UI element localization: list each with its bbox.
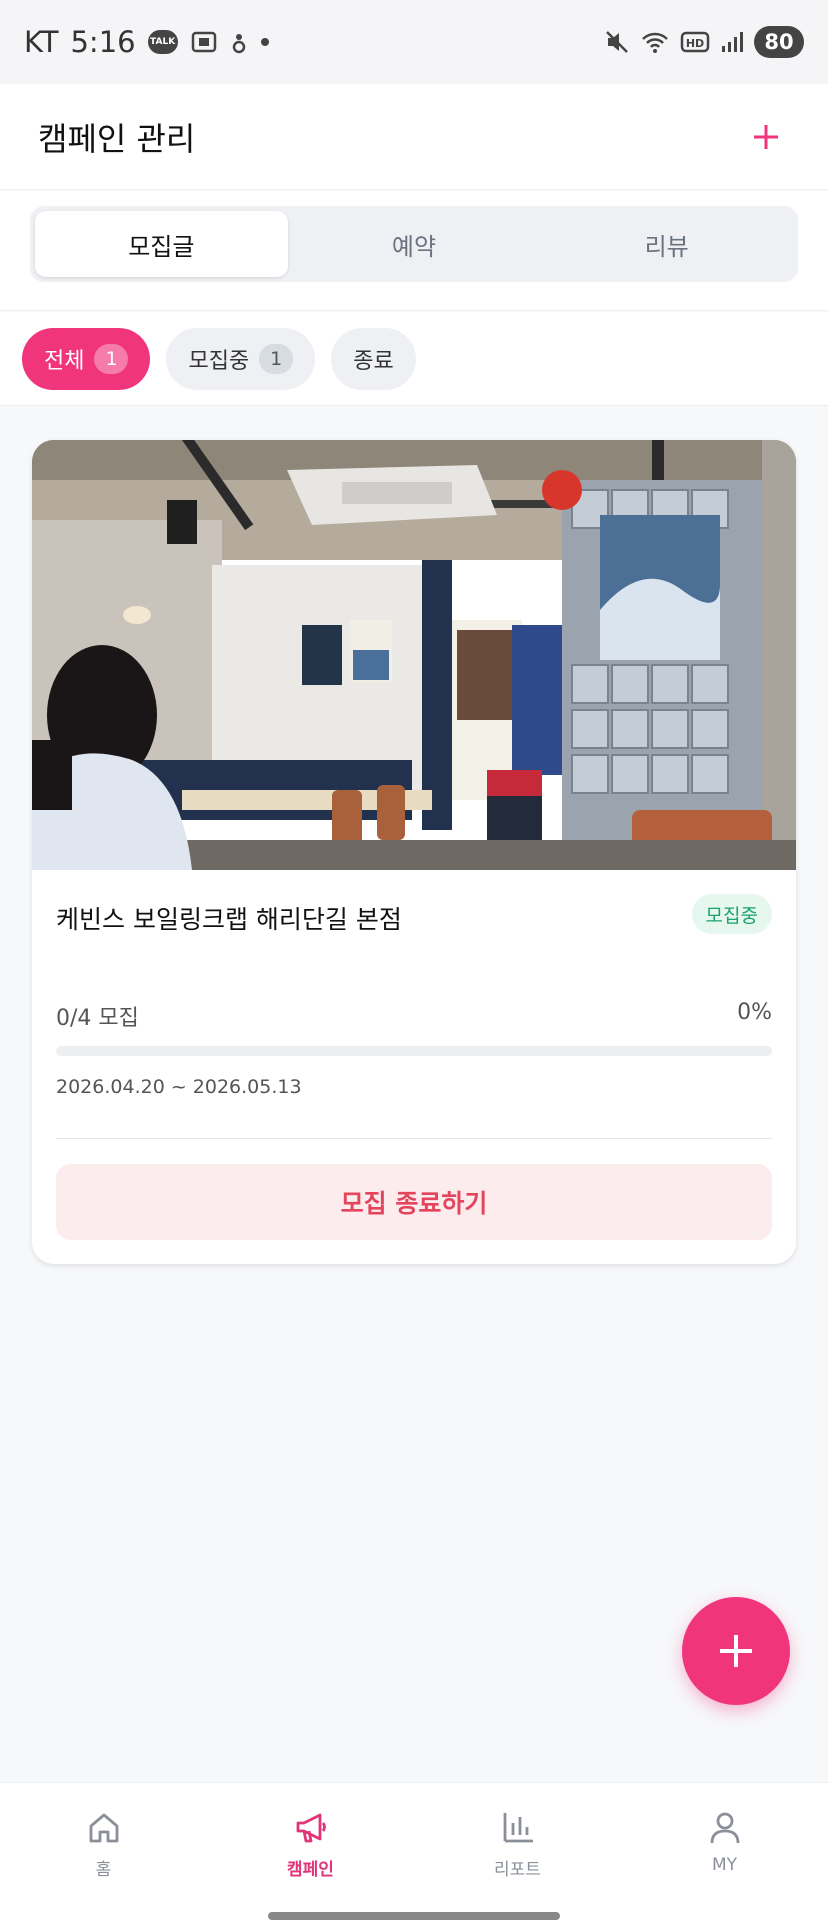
segment-tabs-wrap: 모집글 예약 리뷰: [0, 191, 828, 311]
bar-chart-icon: [503, 1813, 533, 1843]
filter-chip-ended[interactable]: 종료: [331, 327, 416, 390]
recruit-progress-percent: 0%: [737, 1000, 772, 1025]
tab-reviews[interactable]: 리뷰: [540, 211, 793, 277]
user-icon: [710, 1812, 739, 1844]
status-badge: 모집중: [691, 894, 772, 934]
end-recruitment-button[interactable]: 모집 종료하기: [56, 1164, 772, 1240]
mute-icon: [604, 29, 630, 55]
chip-count: 1: [259, 343, 294, 374]
kakaotalk-icon: TALK: [147, 30, 178, 54]
filter-chips: 전체 1 모집중 1 종료: [0, 312, 828, 406]
nav-label: 리포트: [494, 1860, 541, 1880]
add-campaign-button[interactable]: [742, 113, 790, 161]
nav-item-home[interactable]: 홈: [0, 1783, 207, 1932]
dot-icon: [260, 37, 270, 47]
nav-item-my[interactable]: MY: [621, 1783, 828, 1932]
nav-label: MY: [711, 1855, 738, 1875]
chip-label: 모집중: [188, 348, 250, 374]
bottom-nav: 홈 캠페인 리포트 MY: [0, 1782, 828, 1932]
home-icon: [89, 1813, 118, 1843]
chip-label: 전체: [44, 348, 85, 374]
app-header: 캠페인 관리: [0, 84, 828, 190]
tab-recruit-posts[interactable]: 모집글: [35, 211, 288, 277]
talk-badge: TALK: [147, 30, 178, 54]
notification-icon: [230, 29, 248, 55]
chip-label: 종료: [353, 348, 394, 374]
home-indicator: [268, 1912, 560, 1920]
campaign-card[interactable]: 케빈스 보일링크랩 해리단길 본점 모집중 0/4 모집 0% 2026.04.…: [32, 440, 796, 1264]
signal-icon: [720, 29, 744, 55]
hd-icon: HD: [680, 29, 710, 55]
plus-icon: [754, 124, 778, 149]
date-range: 2026.04.20 ~ 2026.05.13: [56, 1076, 302, 1098]
nav-item-campaign[interactable]: 캠페인: [207, 1783, 414, 1932]
status-left: KT 5:16 TALK: [24, 25, 270, 59]
svg-text:HD: HD: [686, 37, 704, 50]
clock: 5:16: [70, 25, 136, 59]
status-right: HD 80: [604, 26, 804, 58]
screenshot-icon: [190, 29, 218, 55]
filter-chip-recruiting[interactable]: 모집중 1: [166, 327, 316, 390]
progress-bar: [56, 1046, 772, 1056]
campaign-title: 케빈스 보일링크랩 해리단길 본점: [56, 905, 402, 934]
segment-tabs: 모집글 예약 리뷰: [30, 206, 798, 282]
battery-indicator: 80: [754, 26, 804, 58]
restaurant-interior-photo: [32, 440, 796, 870]
chip-count: 1: [94, 343, 129, 374]
divider: [56, 1138, 772, 1139]
recruit-progress-text: 0/4 모집: [56, 1006, 139, 1031]
page-title: 캠페인 관리: [38, 119, 196, 158]
status-bar: KT 5:16 TALK HD 80: [0, 0, 828, 84]
nav-label: 홈: [95, 1860, 112, 1880]
carrier-label: KT: [24, 25, 59, 59]
nav-label: 캠페인: [287, 1860, 334, 1880]
create-campaign-fab[interactable]: [682, 1597, 790, 1705]
filter-chip-all[interactable]: 전체 1: [22, 327, 151, 390]
nav-item-report[interactable]: 리포트: [414, 1783, 621, 1932]
megaphone-icon: [296, 1813, 326, 1843]
plus-icon: [720, 1635, 752, 1667]
tab-reservations[interactable]: 예약: [288, 211, 541, 277]
wifi-icon: [640, 29, 670, 55]
